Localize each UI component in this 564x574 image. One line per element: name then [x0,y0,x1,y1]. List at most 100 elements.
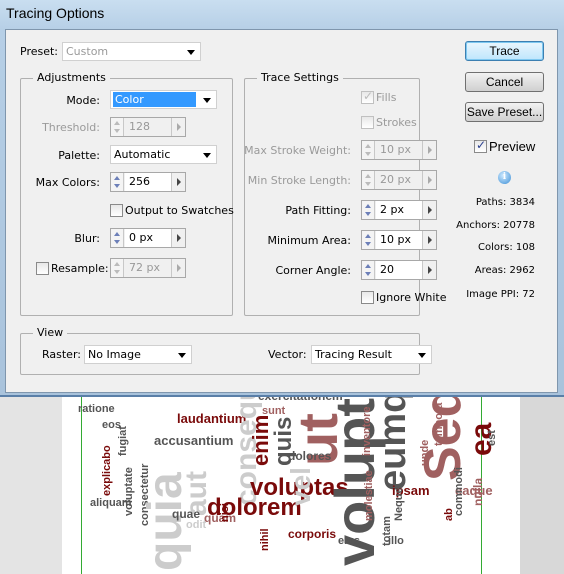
strokes-label: Strokes [376,116,417,129]
adjustments-group: Adjustments [20,71,233,316]
group-title: Trace Settings [257,71,343,84]
corner-angle-stepper[interactable]: 20 [361,260,437,280]
save-preset-button[interactable]: Save Preset... [465,102,544,122]
trace-button[interactable]: Trace [465,41,544,61]
artwork-word: corporis [288,527,337,541]
slider-popup-icon[interactable] [171,259,185,277]
resample-label: Resample: [51,262,109,275]
artwork-word: ratione [78,403,115,415]
artwork-word: unde [419,439,431,466]
stepper-arrows-icon[interactable] [362,261,375,279]
chevron-down-icon [203,153,211,158]
min-stroke-length-stepper[interactable]: 20 px [361,170,437,190]
resample-checkbox[interactable] [36,262,49,275]
preset-select[interactable]: Custom [62,42,201,61]
fills-checkbox[interactable] [361,89,374,104]
palette-select[interactable]: Automatic [110,145,217,164]
mode-label: Mode: [66,94,100,107]
fills-label: Fills [376,91,397,104]
dialog-title: Tracing Options [6,5,105,21]
chevron-down-icon [178,353,186,358]
artwork-word: accusantium [154,433,234,448]
artwork-word: nulla [471,477,485,506]
stepper-arrows-icon[interactable] [362,201,375,219]
threshold-label: Threshold: [42,121,100,134]
stepper-arrows-icon[interactable] [111,118,124,136]
resample-stepper[interactable]: 72 px [110,258,186,278]
ignore-white-checkbox[interactable] [361,291,374,304]
artboard-canvas: ratione eos laudantium accusantium consectet… [0,336,564,574]
artwork-word: enim [248,414,273,466]
slider-popup-icon[interactable] [171,229,185,247]
artwork-word: sunt [262,405,286,417]
slider-popup-icon[interactable] [171,118,185,136]
slider-popup-icon[interactable] [422,171,436,189]
palette-label: Palette: [58,149,100,162]
artwork-word: nisi [219,503,231,522]
artwork-word: eius [338,535,361,547]
artwork-word: est [486,430,498,446]
strokes-checkbox[interactable] [361,116,374,129]
vector-select[interactable]: Tracing Result [311,345,432,364]
slider-popup-icon[interactable] [422,141,436,159]
artwork-word: aliquam [90,497,132,509]
minimum-area-stepper[interactable]: 10 px [361,230,437,250]
artwork-word: Neque [393,487,405,521]
min-stroke-length-label: Min Stroke Length: [247,174,351,187]
output-to-swatches-label: Output to Swatches [125,204,234,217]
image-ppi-stat: Image PPI: 72 [466,289,535,300]
artwork-word: molestiae [363,470,375,521]
preview-checkbox[interactable] [474,138,487,153]
preview-label: Preview [489,139,536,154]
paths-stat: Paths: 3834 [475,197,535,208]
output-to-swatches-checkbox[interactable] [110,204,123,217]
artwork-word: illo [388,535,404,547]
chevron-down-icon [187,50,195,55]
corner-angle-label: Corner Angle: [275,264,351,277]
anchors-stat: Anchors: 20778 [456,220,535,231]
stepper-arrows-icon[interactable] [362,171,375,189]
areas-stat: Areas: 2962 [474,265,535,276]
slider-popup-icon[interactable] [422,201,436,219]
artwork-word: dolores [288,449,332,463]
stepper-arrows-icon[interactable] [111,173,124,191]
ignore-white-label: Ignore White [376,291,447,304]
stepper-arrows-icon[interactable] [111,229,124,247]
artwork-word: odit [186,519,207,531]
group-title: View [33,326,68,339]
group-title: Adjustments [33,71,110,84]
artwork-word: nihil [259,528,271,551]
chevron-down-icon [418,353,426,358]
tracing-options-dialog: Tracing Options Preset: Custom Adjustmen… [0,0,564,397]
stepper-arrows-icon[interactable] [362,231,375,249]
artwork-word: inventore [361,406,373,456]
blur-stepper[interactable]: 0 px [110,228,186,248]
minimum-area-label: Minimum Area: [267,234,352,247]
mode-select[interactable]: Color [110,90,217,109]
artwork-word: fugiat [117,426,129,456]
slider-popup-icon[interactable] [422,261,436,279]
max-stroke-weight-label: Max Stroke Weight: [244,144,351,157]
canvas-side-strip [520,396,564,574]
stepper-arrows-icon[interactable] [111,259,124,277]
cancel-button[interactable]: Cancel [465,72,544,92]
chevron-down-icon [203,98,211,103]
slider-popup-icon[interactable] [171,173,185,191]
max-stroke-weight-stepper[interactable]: 10 px [361,140,437,160]
raster-select[interactable]: No Image [84,345,192,364]
artwork-word: explicabo [101,445,113,496]
path-fitting-stepper[interactable]: 2 px [361,200,437,220]
artwork-word: tempora [433,402,445,446]
artwork-word: vel [285,467,316,506]
stepper-arrows-icon[interactable] [362,141,375,159]
blur-label: Blur: [74,232,100,245]
slider-popup-icon[interactable] [422,231,436,249]
preset-label: Preset: [20,45,59,58]
max-colors-stepper[interactable]: 256 [110,172,186,192]
trace-settings-group: Trace Settings [244,71,420,316]
threshold-stepper[interactable]: 128 [110,117,186,137]
raster-label: Raster: [42,348,81,361]
colors-stat: Colors: 108 [478,242,535,253]
vector-label: Vector: [268,348,307,361]
path-fitting-label: Path Fitting: [285,204,351,217]
